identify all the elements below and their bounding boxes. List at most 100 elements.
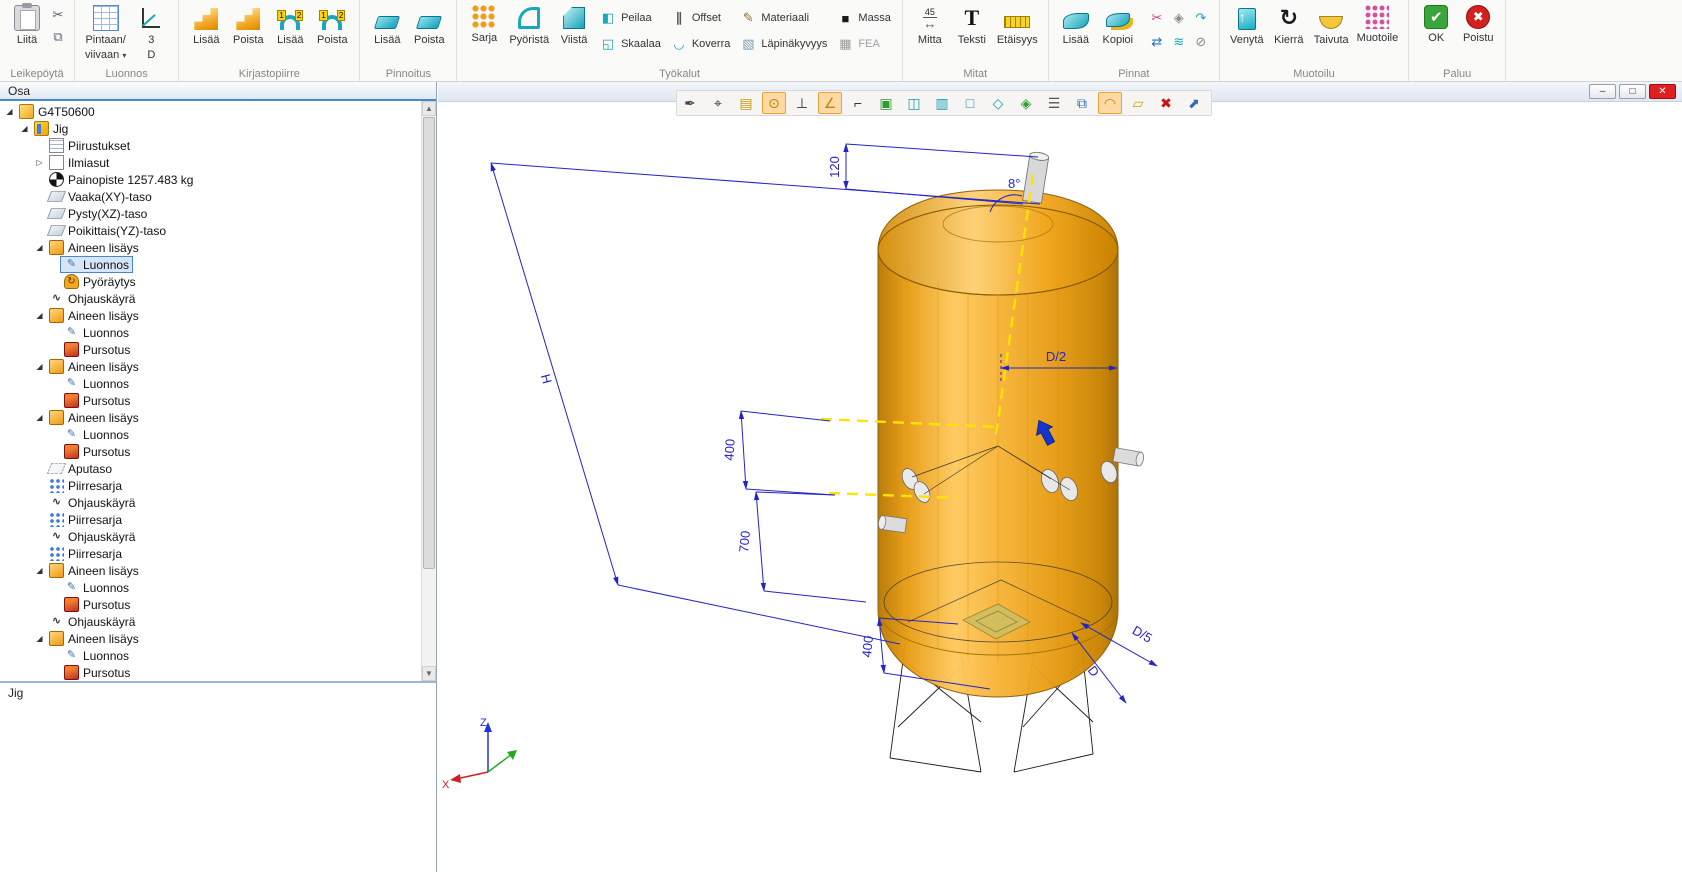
tree-item[interactable]: Ohjauskäyrä	[0, 613, 420, 630]
tree-item[interactable]: Ohjauskäyrä	[0, 290, 420, 307]
face-outline3-icon[interactable]: □	[958, 92, 982, 114]
tree-item[interactable]: Pysty(XZ)-taso	[0, 205, 420, 222]
tree-expander[interactable]: ◢	[34, 566, 45, 575]
tree-item[interactable]: ▷ Ilmiasut	[0, 154, 420, 171]
pattern-button[interactable]: Sarja	[465, 3, 503, 44]
pick-icon[interactable]: ⌖	[706, 92, 730, 114]
tree-item[interactable]: Pursotus	[0, 664, 420, 681]
tree-item[interactable]: Pursotus	[0, 392, 420, 409]
scroll-up-icon[interactable]: ▲	[422, 101, 436, 116]
face-green-icon[interactable]: ▣	[874, 92, 898, 114]
tree-expander[interactable]: ◢	[4, 107, 15, 116]
tree-item[interactable]: Pursotus	[0, 341, 420, 358]
tree-expander[interactable]: ◢	[34, 243, 45, 252]
tree-item[interactable]: Luonnos	[0, 647, 420, 664]
twist-button[interactable]: Kierrä	[1270, 3, 1308, 46]
tree-item[interactable]: Vaaka(XY)-taso	[0, 188, 420, 205]
split-surface-icon[interactable]: ⊘	[1191, 31, 1211, 53]
pin-icon[interactable]: ✒	[678, 92, 702, 114]
solid-view-icon[interactable]: ◇	[986, 92, 1010, 114]
stitch-surface-icon[interactable]: ≋	[1169, 31, 1189, 53]
tree-item[interactable]: Ohjauskäyrä	[0, 528, 420, 545]
tree-expander[interactable]: ◢	[34, 311, 45, 320]
export-icon[interactable]: ⬈	[1182, 92, 1206, 114]
tree-item[interactable]: ◢ Jig	[0, 120, 420, 137]
library-remove-numbered-button[interactable]: 1 2 Poista	[313, 3, 351, 46]
paste-button[interactable]: Liitä	[8, 3, 46, 46]
sketch-on-face-button[interactable]: Pintaan/ viivaan ▾	[83, 3, 128, 62]
tree-item[interactable]: ◢ Aineen lisäys	[0, 358, 420, 375]
tree-item[interactable]: Pyöräytys	[0, 273, 420, 290]
tree-item[interactable]: Aputaso	[0, 460, 420, 477]
tree-item[interactable]: Piirresarja	[0, 511, 420, 528]
face-outline2-icon[interactable]: ▥	[930, 92, 954, 114]
tree-item[interactable]: Pursotus	[0, 443, 420, 460]
tree-expander[interactable]: ▷	[34, 158, 45, 167]
tree-item[interactable]: ◢ G4T50600	[0, 103, 420, 120]
tree-item[interactable]: Luonnos	[0, 579, 420, 596]
tree-expander[interactable]: ◢	[34, 413, 45, 422]
tree-item[interactable]: Piirresarja	[0, 477, 420, 494]
tree-expander[interactable]: ◢	[19, 124, 30, 133]
distance-button[interactable]: Etäisyys	[995, 3, 1040, 46]
snap-edge-icon[interactable]: ⌐	[846, 92, 870, 114]
tree-expander[interactable]: ◢	[34, 634, 45, 643]
tree-item[interactable]: ◢ Aineen lisäys	[0, 409, 420, 426]
surface-copy-button[interactable]: Kopioi	[1099, 3, 1137, 46]
delete-icon[interactable]: ✖	[1154, 92, 1178, 114]
scale-button[interactable]: Skaalaa	[597, 35, 664, 53]
snap-point-icon[interactable]: ⊙	[762, 92, 786, 114]
hollow-button[interactable]: Koverra	[668, 35, 734, 53]
tree-item[interactable]: Luonnos	[0, 256, 420, 273]
chamfer-button[interactable]: Viistä	[555, 3, 593, 46]
mirror-button[interactable]: Peilaa	[597, 9, 664, 27]
tree-item[interactable]: Luonnos	[0, 324, 420, 341]
coating-remove-button[interactable]: Poista	[410, 3, 448, 46]
snap-tangent-icon[interactable]: ∠	[818, 92, 842, 114]
deform-button[interactable]: Muotoile	[1355, 3, 1401, 44]
mass-button[interactable]: Massa	[834, 9, 893, 27]
ok-button[interactable]: OK	[1417, 3, 1455, 44]
library-add-numbered-button[interactable]: 1 2 Lisää	[271, 3, 309, 46]
tree-item[interactable]: Poikittais(YZ)-taso	[0, 222, 420, 239]
bend-button[interactable]: Taivuta	[1312, 3, 1351, 46]
stretch-button[interactable]: Venytä	[1228, 3, 1266, 46]
close-button[interactable]: ✕	[1649, 84, 1676, 99]
model-canvas[interactable]: H 120 8° D/2 400 700 400 D/5 D Z X	[438, 82, 1682, 872]
face-outline-icon[interactable]: ◫	[902, 92, 926, 114]
shaded-view-icon[interactable]: ◈	[1014, 92, 1038, 114]
tree-item[interactable]: ◢ Aineen lisäys	[0, 562, 420, 579]
library-add-button[interactable]: Lisää	[187, 3, 225, 46]
tree-item[interactable]: ◢ Aineen lisäys	[0, 239, 420, 256]
copy-icon[interactable]	[50, 29, 66, 45]
extend-surface-icon[interactable]: ↷	[1191, 7, 1211, 29]
tree-item[interactable]: ◢ Aineen lisäys	[0, 630, 420, 647]
tree-item[interactable]: Luonnos	[0, 375, 420, 392]
list-icon[interactable]: ☰	[1042, 92, 1066, 114]
delete-face-icon[interactable]: ◈	[1169, 7, 1189, 29]
dimension-button[interactable]: 45 Mitta	[911, 3, 949, 46]
sketch-3d-button[interactable]: 3 D	[132, 3, 170, 61]
surface-add-button[interactable]: Lisää	[1057, 3, 1095, 46]
copy-view-icon[interactable]: ⧉	[1070, 92, 1094, 114]
minimize-button[interactable]: –	[1589, 84, 1616, 99]
text-button[interactable]: T Teksti	[953, 3, 991, 46]
scroll-down-icon[interactable]: ▼	[422, 666, 436, 681]
coating-add-button[interactable]: Lisää	[368, 3, 406, 46]
material-button[interactable]: Materiaali	[737, 9, 830, 27]
offset-button[interactable]: Offset	[668, 9, 734, 27]
tree-item[interactable]: Luonnos	[0, 426, 420, 443]
snap-perpendicular-icon[interactable]: ⊥	[790, 92, 814, 114]
maximize-button[interactable]: □	[1619, 84, 1646, 99]
tree-item[interactable]: Piirustukset	[0, 137, 420, 154]
cut-icon[interactable]	[50, 7, 66, 23]
tree-item[interactable]: Ohjauskäyrä	[0, 494, 420, 511]
tree-scrollbar[interactable]: ▲ ▼	[421, 101, 436, 681]
flip-normal-icon[interactable]: ⇄	[1147, 31, 1167, 53]
tree-item[interactable]: Piirresarja	[0, 545, 420, 562]
tree-expander[interactable]: ◢	[34, 362, 45, 371]
transparency-button[interactable]: Läpinäkyvyys	[737, 35, 830, 53]
folder-icon[interactable]: ▱	[1126, 92, 1150, 114]
measure-icon[interactable]: ▤	[734, 92, 758, 114]
fillet-button[interactable]: Pyöristä	[507, 3, 551, 46]
